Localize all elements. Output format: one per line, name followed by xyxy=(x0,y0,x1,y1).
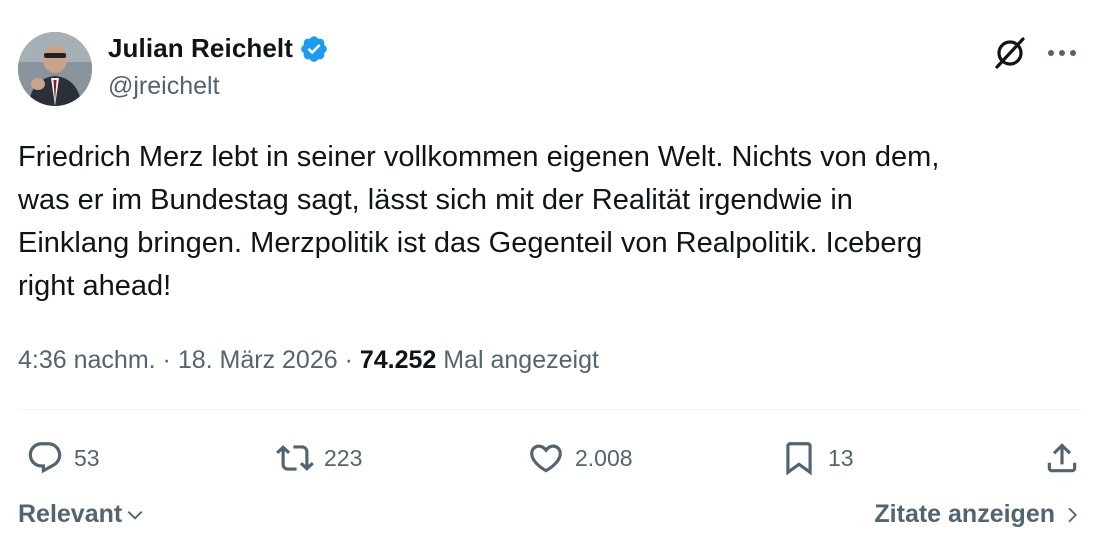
more-icon[interactable] xyxy=(1043,34,1081,72)
heart-icon xyxy=(530,444,562,473)
meta-separator: · xyxy=(155,346,178,374)
repost-count: 223 xyxy=(324,444,363,471)
bookmark-icon xyxy=(786,442,812,476)
like-count: 2.008 xyxy=(575,444,633,471)
quotes-label: Zitate anzeigen xyxy=(874,500,1055,528)
avatar[interactable] xyxy=(18,32,92,106)
share-icon xyxy=(1047,443,1077,473)
reply-button[interactable]: 53 xyxy=(26,434,100,482)
tweet-text: Friedrich Merz lebt in seiner vollkommen… xyxy=(18,141,940,302)
divider xyxy=(18,409,1081,410)
chevron-down-icon xyxy=(127,510,143,520)
author-name-row[interactable]: Julian Reichelt xyxy=(108,33,329,64)
share-button[interactable] xyxy=(1043,434,1081,482)
sort-label: Relevant xyxy=(18,500,123,528)
tweet-meta: 4:36 nachm. · 18. März 2026 · 74.252 Mal… xyxy=(18,346,599,375)
bookmark-count: 13 xyxy=(828,444,854,471)
reply-icon xyxy=(28,442,62,474)
repost-icon xyxy=(276,445,314,471)
grok-icon[interactable] xyxy=(991,34,1029,72)
views-label: Mal angezeigt xyxy=(436,346,599,374)
action-bar: 53 223 2.008 13 xyxy=(18,434,1081,482)
avatar-photo xyxy=(18,32,92,106)
chevron-right-icon xyxy=(1068,507,1078,522)
reply-count: 53 xyxy=(74,444,100,471)
tweet-top-actions xyxy=(991,34,1081,72)
repost-button[interactable]: 223 xyxy=(276,434,362,482)
like-button[interactable]: 2.008 xyxy=(527,434,633,482)
author-handle[interactable]: @jreichelt xyxy=(108,72,220,101)
view-quotes-link[interactable]: Zitate anzeigen xyxy=(874,500,1081,529)
meta-separator: · xyxy=(337,346,360,374)
bookmark-button[interactable]: 13 xyxy=(780,434,854,482)
verified-badge-icon[interactable] xyxy=(299,34,329,64)
tweet-time[interactable]: 4:36 nachm. xyxy=(18,346,156,375)
sort-replies-dropdown[interactable]: Relevant xyxy=(18,500,145,529)
views-count: 74.252 xyxy=(359,346,437,374)
author-name[interactable]: Julian Reichelt xyxy=(108,33,293,64)
tweet-date[interactable]: 18. März 2026 xyxy=(178,346,338,375)
